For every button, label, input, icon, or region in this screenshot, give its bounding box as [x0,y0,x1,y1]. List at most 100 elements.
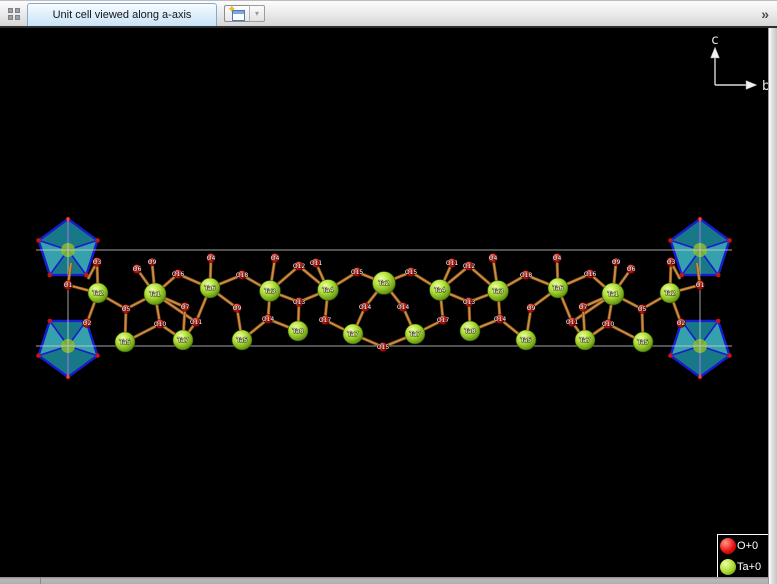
atom-label: O4 [489,255,498,262]
atom-label: O9 [148,259,157,266]
atom-label: Ta3 [491,287,503,295]
atom-label: Ta4 [321,286,333,294]
atom-label: Ta1 [148,290,160,298]
new-view-dropdown-button[interactable]: ▾ [250,5,265,22]
octahedron-vertex-atom [668,353,673,358]
atom-label: Ta2 [663,289,675,297]
atom-label: O9 [612,259,621,266]
legend-swatch-ta-sphere [720,559,736,575]
new-window-icon [232,10,245,21]
atom-label: O5 [122,306,131,313]
atom-label: O14 [397,304,410,311]
atom-label: O1 [64,282,73,289]
window-grid-icon[interactable] [0,1,27,26]
atom-label: Ta7 [346,330,358,338]
atom-label: O9 [233,305,242,312]
atom-label: Ta8 [463,327,475,335]
axis-b-arrowhead [746,81,757,90]
atom-label: Ta7 [176,336,188,344]
octahedron-vertex-atom [36,353,41,358]
atom-label: O7 [181,304,190,311]
grid-icon-glyph [8,8,20,20]
new-view-button-group: ▾ [224,5,265,22]
axis-c-arrowhead [711,47,720,58]
atom-label: O13 [293,299,306,306]
octahedron-vertex-atom [95,353,100,358]
atom-label: Ta6 [203,284,215,292]
atom-label: Ta5 [519,336,531,344]
render-viewport[interactable]: c b Ta2 Ta1 Ta6 Ta3 Ta4 Ta2 Ta4 Ta3 Ta6 Ta1 Ta2 Ta5… [0,28,768,577]
application-window: Unit cell viewed along a-axis ▾ » [0,0,777,584]
atom-label: O17 [319,317,332,324]
atom-label: O17 [437,317,450,324]
atom-label: O2 [83,320,92,327]
atom-label: Ta8 [291,327,303,335]
octahedron-vertex-atom [668,238,673,243]
tab-overflow-button[interactable]: » [761,7,769,21]
atom-label: O14 [494,316,507,323]
atom-label: O4 [207,255,216,262]
atom-label: O6 [627,266,636,273]
atom-label: O13 [463,299,476,306]
octahedron-vertex-atom [95,238,100,243]
atom-label: O18 [236,272,249,279]
atom-label: O18 [520,272,533,279]
atom-label: O15 [405,269,418,276]
atom-label: O1 [696,282,705,289]
tab-unit-cell-view[interactable]: Unit cell viewed along a-axis [27,3,217,26]
atom-label: O16 [172,271,185,278]
atom-label: O4 [271,255,280,262]
atom-label: O7 [579,304,588,311]
legend-label-ta: Ta+0 [737,561,761,573]
structure-canvas[interactable]: c b Ta2 Ta1 Ta6 Ta3 Ta4 Ta2 Ta4 Ta3 Ta6 Ta1 Ta2 Ta5… [0,28,768,577]
octahedron-vertex-atom [47,273,52,278]
legend-row-ta: Ta+0 [718,556,770,577]
atom-label: O16 [584,271,597,278]
atom-label: Ta6 [551,284,563,292]
atom-label: Ta5 [118,338,130,346]
legend: O+0 Ta+0 [717,534,771,578]
atom-label: Ta2 [91,289,103,297]
axis-c-label: c [711,33,718,48]
atom-label: O3 [667,259,676,266]
atom-label: Ta3 [263,287,275,295]
atom-label: O3 [93,259,102,266]
atom-label: O11 [566,319,579,326]
legend-label-o: O+0 [737,540,758,552]
atom-label: O12 [463,263,476,270]
octahedron-vertex-atom [36,238,41,243]
atom-label: O11 [310,260,323,267]
atom-label: O2 [677,320,686,327]
atom-label: Ta5 [235,336,247,344]
atom-label: O14 [262,316,275,323]
atom-label: O12 [293,263,306,270]
atom-label: Ta2 [377,279,389,287]
atom-label: Ta7 [578,336,590,344]
atom-label: O15 [351,269,364,276]
octahedron-vertex-atom [716,273,721,278]
octahedron-vertex-atom [727,238,732,243]
atom-label: Ta1 [606,290,618,298]
atom-label: O11 [446,260,459,267]
right-scrollbar[interactable] [768,28,777,584]
atom-label: O15 [377,344,390,351]
atom-label: O4 [553,255,562,262]
atom-label: O5 [638,306,647,313]
octahedron-vertex-atom [47,319,52,324]
atom-label: O11 [190,319,203,326]
axis-indicator: c b [711,33,769,94]
atom-label: O9 [527,305,536,312]
tab-label: Unit cell viewed along a-axis [53,9,192,21]
new-view-button[interactable] [224,5,250,22]
octahedron-vertex-atom [716,319,721,324]
atom-label: O6 [133,266,142,273]
tab-bar: Unit cell viewed along a-axis ▾ » [0,0,777,28]
atom-label: Ta7 [408,330,420,338]
atom-label: O10 [154,321,167,328]
atom-label: Ta4 [433,286,445,294]
atom-label: O14 [359,304,372,311]
bottom-scrollbar[interactable] [0,577,768,584]
legend-row-o: O+0 [718,535,770,556]
atom-label: O10 [602,321,615,328]
legend-swatch-o-sphere [720,538,736,554]
